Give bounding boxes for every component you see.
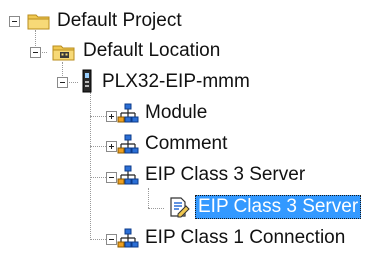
tree-item-selected-server-label[interactable]: EIP Class 3 Server <box>195 195 362 219</box>
folder-icon <box>27 12 51 36</box>
tree-item-module-label[interactable]: Module <box>145 101 207 125</box>
tree-line <box>148 208 164 209</box>
tree-item-device-label[interactable]: PLX32-EIP-mmm <box>102 70 250 94</box>
location-folder-icon <box>52 43 76 67</box>
network-node-icon <box>117 103 139 129</box>
collapse-toggle-location[interactable] <box>30 47 41 58</box>
collapse-toggle-project[interactable] <box>9 16 20 27</box>
edit-document-icon <box>168 196 190 224</box>
collapse-toggle-eip-class1-connection[interactable] <box>106 234 117 245</box>
project-tree[interactable]: Default Project Default Location PLX32-E… <box>0 0 374 253</box>
tree-line <box>148 188 149 208</box>
tree-item-comment-label[interactable]: Comment <box>145 132 227 156</box>
expand-toggle-module[interactable] <box>106 111 117 122</box>
tree-item-project-label[interactable]: Default Project <box>57 9 182 33</box>
device-icon <box>80 69 94 99</box>
tree-item-eip-class1-connection-label[interactable]: EIP Class 1 Connection <box>145 226 345 250</box>
collapse-toggle-device[interactable] <box>57 77 68 88</box>
tree-line <box>90 92 91 240</box>
network-node-icon <box>117 134 139 160</box>
network-node-icon <box>117 228 139 254</box>
collapse-toggle-eip-class3-server[interactable] <box>106 172 117 183</box>
network-node-icon <box>117 165 139 191</box>
tree-item-eip-class3-server-label[interactable]: EIP Class 3 Server <box>145 163 305 187</box>
expand-toggle-comment[interactable] <box>106 141 117 152</box>
tree-item-location-label[interactable]: Default Location <box>83 39 220 63</box>
